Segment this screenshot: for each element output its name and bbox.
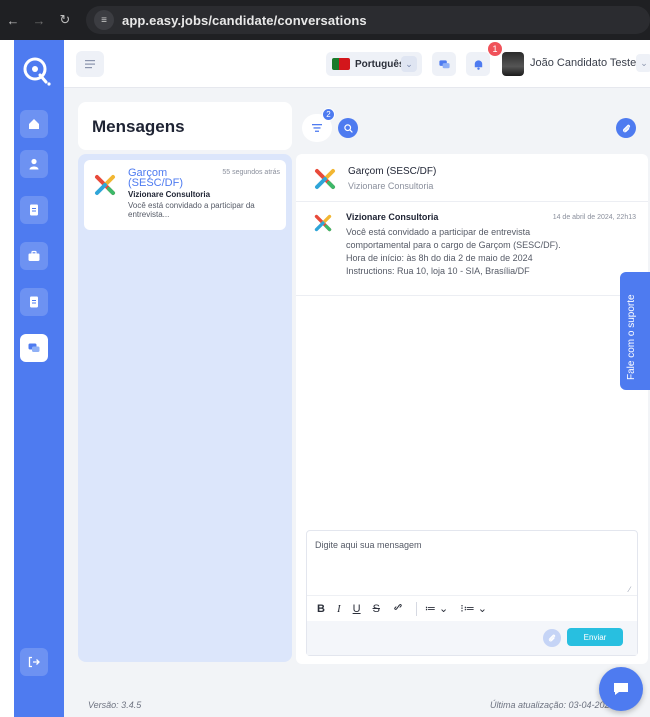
user-name[interactable]: João Candidato Teste [530, 57, 636, 69]
language-label: Português [355, 58, 405, 70]
message-date: 14 de abril de 2024, 22h13 [552, 214, 636, 221]
underline-button[interactable]: U [353, 603, 361, 615]
link-icon [394, 604, 402, 610]
avatar[interactable] [502, 52, 524, 76]
chat-widget-button[interactable] [599, 667, 643, 711]
bell-icon [474, 59, 482, 70]
message-line: Você está convidado a participar de entr… [346, 227, 531, 237]
toolbar-divider [415, 601, 417, 616]
briefcase-icon [28, 250, 40, 261]
sidebar-item-jobs[interactable] [20, 242, 48, 270]
address-bar[interactable]: ≡ app.easy.jobs/candidate/conversations [86, 6, 650, 34]
link-button[interactable] [392, 601, 404, 616]
message-sender: Vizionare Consultoria [346, 212, 439, 222]
message-composer: Digite aqui sua mensagem ∕ B I U S ≔ ⌄ ⁝… [306, 530, 638, 656]
chat-subtitle: Vizionare Consultoria [348, 181, 434, 191]
send-button[interactable]: Enviar [567, 628, 623, 646]
chat-header: Garçom (SESC/DF) Vizionare Consultoria [296, 154, 648, 202]
message-line: comportamental para o cargo de Garçom (S… [346, 240, 561, 250]
document-icon [30, 204, 38, 216]
paperclip-icon [548, 634, 556, 642]
chat-toolbar: 2 [294, 102, 646, 150]
browser-toolbar: ← → ↻ ≡ app.easy.jobs/candidate/conversa… [0, 0, 650, 40]
site-settings-icon[interactable]: ≡ [94, 10, 114, 30]
conversations-header: Mensagens [78, 102, 292, 150]
message-line: Hora de início: às 8h do dia 2 de maio d… [346, 253, 533, 263]
sidebar-item-applications[interactable] [20, 288, 48, 316]
page-title: Mensagens [92, 117, 185, 136]
app-version: Versão: 3.4.5 [88, 700, 142, 710]
portugal-flag-icon [332, 58, 350, 70]
reload-icon[interactable]: ↻ [52, 12, 78, 28]
conversation-item[interactable]: Garçom (SESC/DF) 55 segundos atrás Vizio… [84, 160, 286, 230]
company-logo-icon [95, 175, 115, 195]
easyjobs-logo-icon[interactable] [20, 54, 56, 90]
attachments-button[interactable] [616, 118, 636, 138]
chat-window: Garçom (SESC/DF) Vizionare Consultoria V… [296, 154, 648, 664]
resize-handle-icon[interactable]: ∕ [629, 585, 630, 594]
notifications-button[interactable] [466, 52, 490, 76]
italic-button[interactable]: I [337, 603, 341, 615]
sidebar-item-home[interactable] [20, 110, 48, 138]
conversation-list: Garçom (SESC/DF) 55 segundos atrás Vizio… [78, 154, 292, 662]
chat-bubbles-icon [28, 343, 40, 352]
chat-bubbles-icon [438, 59, 450, 68]
chevron-down-icon: ⌄ [401, 56, 417, 72]
numbered-list-button[interactable]: ⁝≔ ⌄ [460, 602, 487, 615]
top-header: Português ⌄ 1 João Candidato Teste ⌄ [64, 40, 650, 88]
user-menu-chevron-icon[interactable]: ⌄ [636, 54, 650, 72]
composer-footer: Enviar [307, 621, 637, 655]
file-icon [30, 296, 38, 308]
support-tab[interactable]: Fale com o suporte [620, 272, 650, 390]
strikethrough-button[interactable]: S [373, 603, 380, 615]
message-input[interactable]: Digite aqui sua mensagem [315, 540, 422, 550]
forward-arrow-icon[interactable]: → [26, 13, 52, 28]
editor-toolbar: B I U S ≔ ⌄ ⁝≔ ⌄ [307, 595, 637, 621]
support-tab-label: Fale com o suporte [626, 294, 637, 380]
back-arrow-icon[interactable]: ← [0, 13, 26, 28]
sidebar-item-resume[interactable] [20, 196, 48, 224]
sidebar-item-conversations[interactable] [20, 334, 48, 362]
conversations-panel: Mensagens Garçom (SESC/DF) 55 segundos a… [78, 102, 292, 662]
chat-panel: 2 Garçom (SESC/DF) Vizionare Consultoria… [294, 102, 648, 664]
app: Português ⌄ 1 João Candidato Teste ⌄ Men… [14, 40, 650, 717]
language-selector[interactable]: Português ⌄ [326, 52, 422, 76]
message-body: Você está convidado a participar de entr… [346, 226, 636, 278]
hamburger-icon [85, 60, 95, 69]
company-logo-icon [315, 169, 335, 189]
search-button[interactable] [338, 118, 358, 138]
last-update: Última atualização: 03-04-2024 [490, 700, 615, 710]
bullet-list-button[interactable]: ≔ ⌄ [425, 602, 448, 615]
conversation-time: 55 segundos atrás [222, 169, 280, 176]
logout-button[interactable] [20, 648, 48, 676]
chat-title: Garçom (SESC/DF) [348, 166, 437, 177]
home-icon [29, 119, 39, 129]
sidebar [14, 40, 64, 717]
search-icon [343, 123, 353, 133]
menu-toggle-button[interactable] [76, 51, 104, 77]
conversation-preview: Você está convidado a participar da entr… [128, 201, 255, 219]
url-text: app.easy.jobs/candidate/conversations [122, 12, 367, 28]
filter-icon [312, 124, 322, 132]
sidebar-item-profile[interactable] [20, 150, 48, 178]
company-logo-icon [314, 214, 332, 232]
conversation-company: Vizionare Consultoria [128, 190, 211, 199]
message-item: Vizionare Consultoria 14 de abril de 202… [296, 206, 648, 296]
user-icon [29, 158, 39, 170]
messages-button[interactable] [432, 52, 456, 76]
screen: ← → ↻ ≡ app.easy.jobs/candidate/conversa… [0, 0, 650, 717]
chat-bubble-icon [614, 683, 628, 695]
filter-count-badge: 2 [322, 108, 335, 121]
conversation-title: Garçom (SESC/DF) [128, 167, 183, 189]
paperclip-icon [622, 124, 630, 132]
message-line: Instructions: Rua 10, loja 10 - SIA, Bra… [346, 266, 530, 276]
logout-icon [28, 656, 40, 668]
notification-badge: 1 [488, 42, 502, 56]
attach-file-button[interactable] [543, 629, 561, 647]
bold-button[interactable]: B [317, 603, 325, 615]
